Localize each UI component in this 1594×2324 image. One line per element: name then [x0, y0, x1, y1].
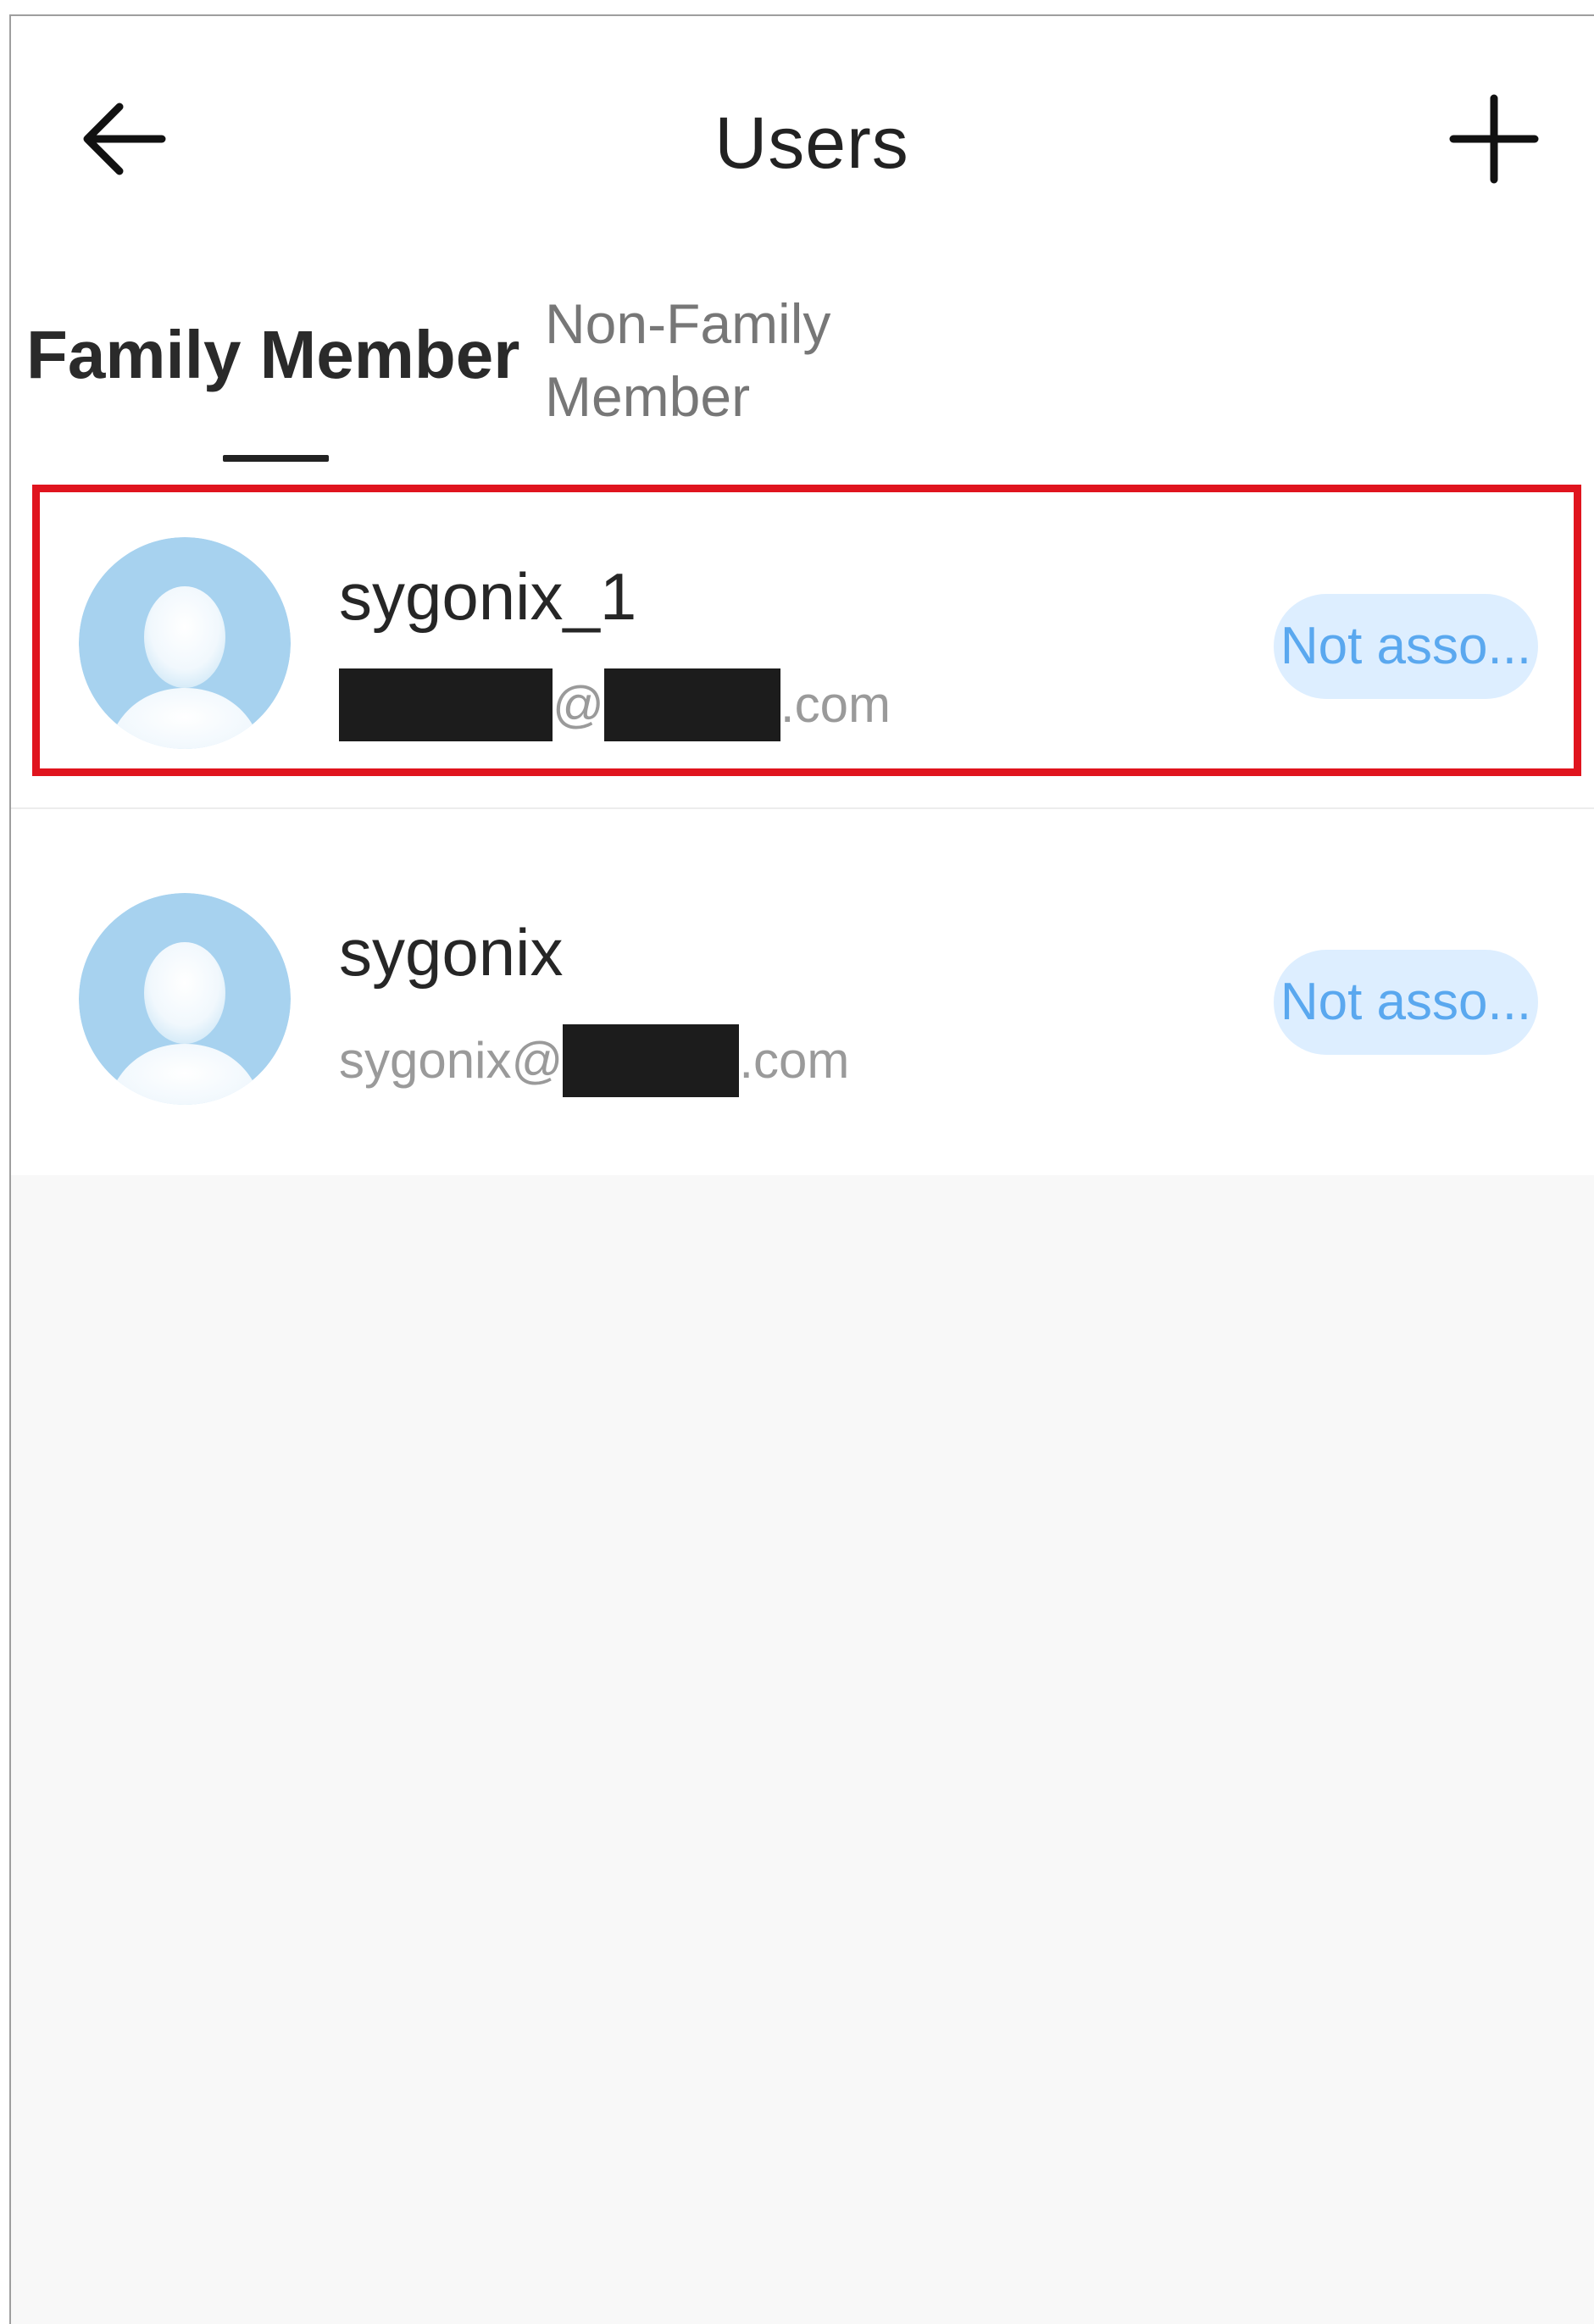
redacted-block: [603, 668, 780, 741]
redacted-block: [339, 668, 553, 741]
tab-family-member[interactable]: Family Member: [26, 313, 519, 397]
email-tld: .com: [780, 676, 891, 733]
status-badge[interactable]: Not asso...: [1274, 594, 1538, 699]
avatar: [79, 537, 291, 749]
active-tab-indicator: [223, 455, 329, 462]
email-local: sygonix: [339, 1032, 512, 1089]
page-title: Users: [714, 103, 909, 184]
user-email: sygonix @ .com: [339, 1024, 849, 1097]
content-area: Users Family Member Non-Family Member sy…: [11, 16, 1594, 1175]
header-bar: Users: [11, 16, 1594, 270]
user-silhouette-icon: [79, 893, 291, 1105]
user-name: sygonix_1: [339, 559, 637, 634]
add-user-button[interactable]: [1443, 88, 1545, 190]
status-badge[interactable]: Not asso...: [1274, 950, 1538, 1055]
row-divider: [11, 807, 1594, 809]
plus-icon: [1449, 94, 1539, 184]
user-silhouette-icon: [79, 537, 291, 749]
tab-non-family-member[interactable]: Non-Family Member: [545, 287, 901, 433]
email-at: @: [511, 1032, 564, 1089]
user-name: sygonix: [339, 915, 564, 990]
app-screen: Users Family Member Non-Family Member sy…: [9, 14, 1594, 2324]
redacted-block: [563, 1024, 740, 1097]
user-row[interactable]: sygonix sygonix @ .com Not asso...: [11, 829, 1594, 1143]
avatar: [79, 893, 291, 1105]
tab-bar: Family Member Non-Family Member: [11, 287, 1594, 474]
user-email: @ .com: [339, 668, 891, 741]
email-tld: .com: [739, 1032, 850, 1089]
user-row[interactable]: sygonix_1 @ .com Not asso...: [11, 474, 1594, 787]
email-at: @: [553, 676, 604, 733]
